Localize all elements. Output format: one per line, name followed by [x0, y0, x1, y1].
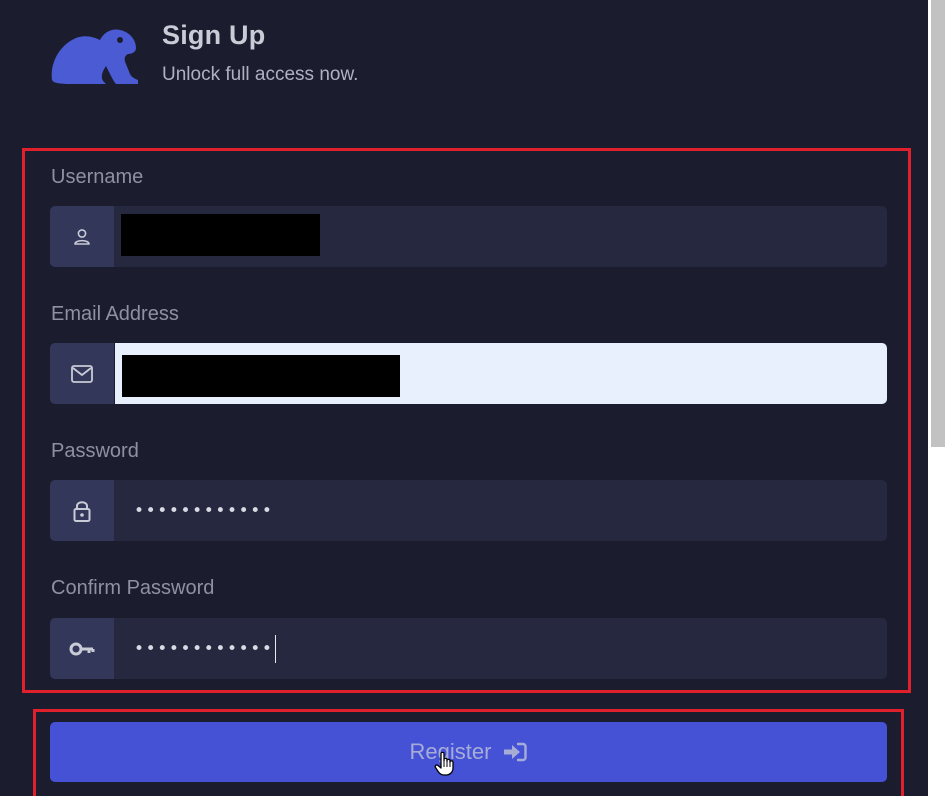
scrollbar-thumb[interactable]	[931, 0, 945, 447]
page-title: Sign Up	[162, 20, 266, 50]
form-highlight-box	[22, 148, 911, 693]
signup-page: Sign Up Unlock full access now. Username…	[0, 0, 948, 796]
button-highlight-box	[33, 709, 904, 796]
frog-logo-icon	[51, 29, 138, 84]
page-subtitle: Unlock full access now.	[162, 64, 359, 85]
hand-cursor-icon	[434, 751, 454, 776]
